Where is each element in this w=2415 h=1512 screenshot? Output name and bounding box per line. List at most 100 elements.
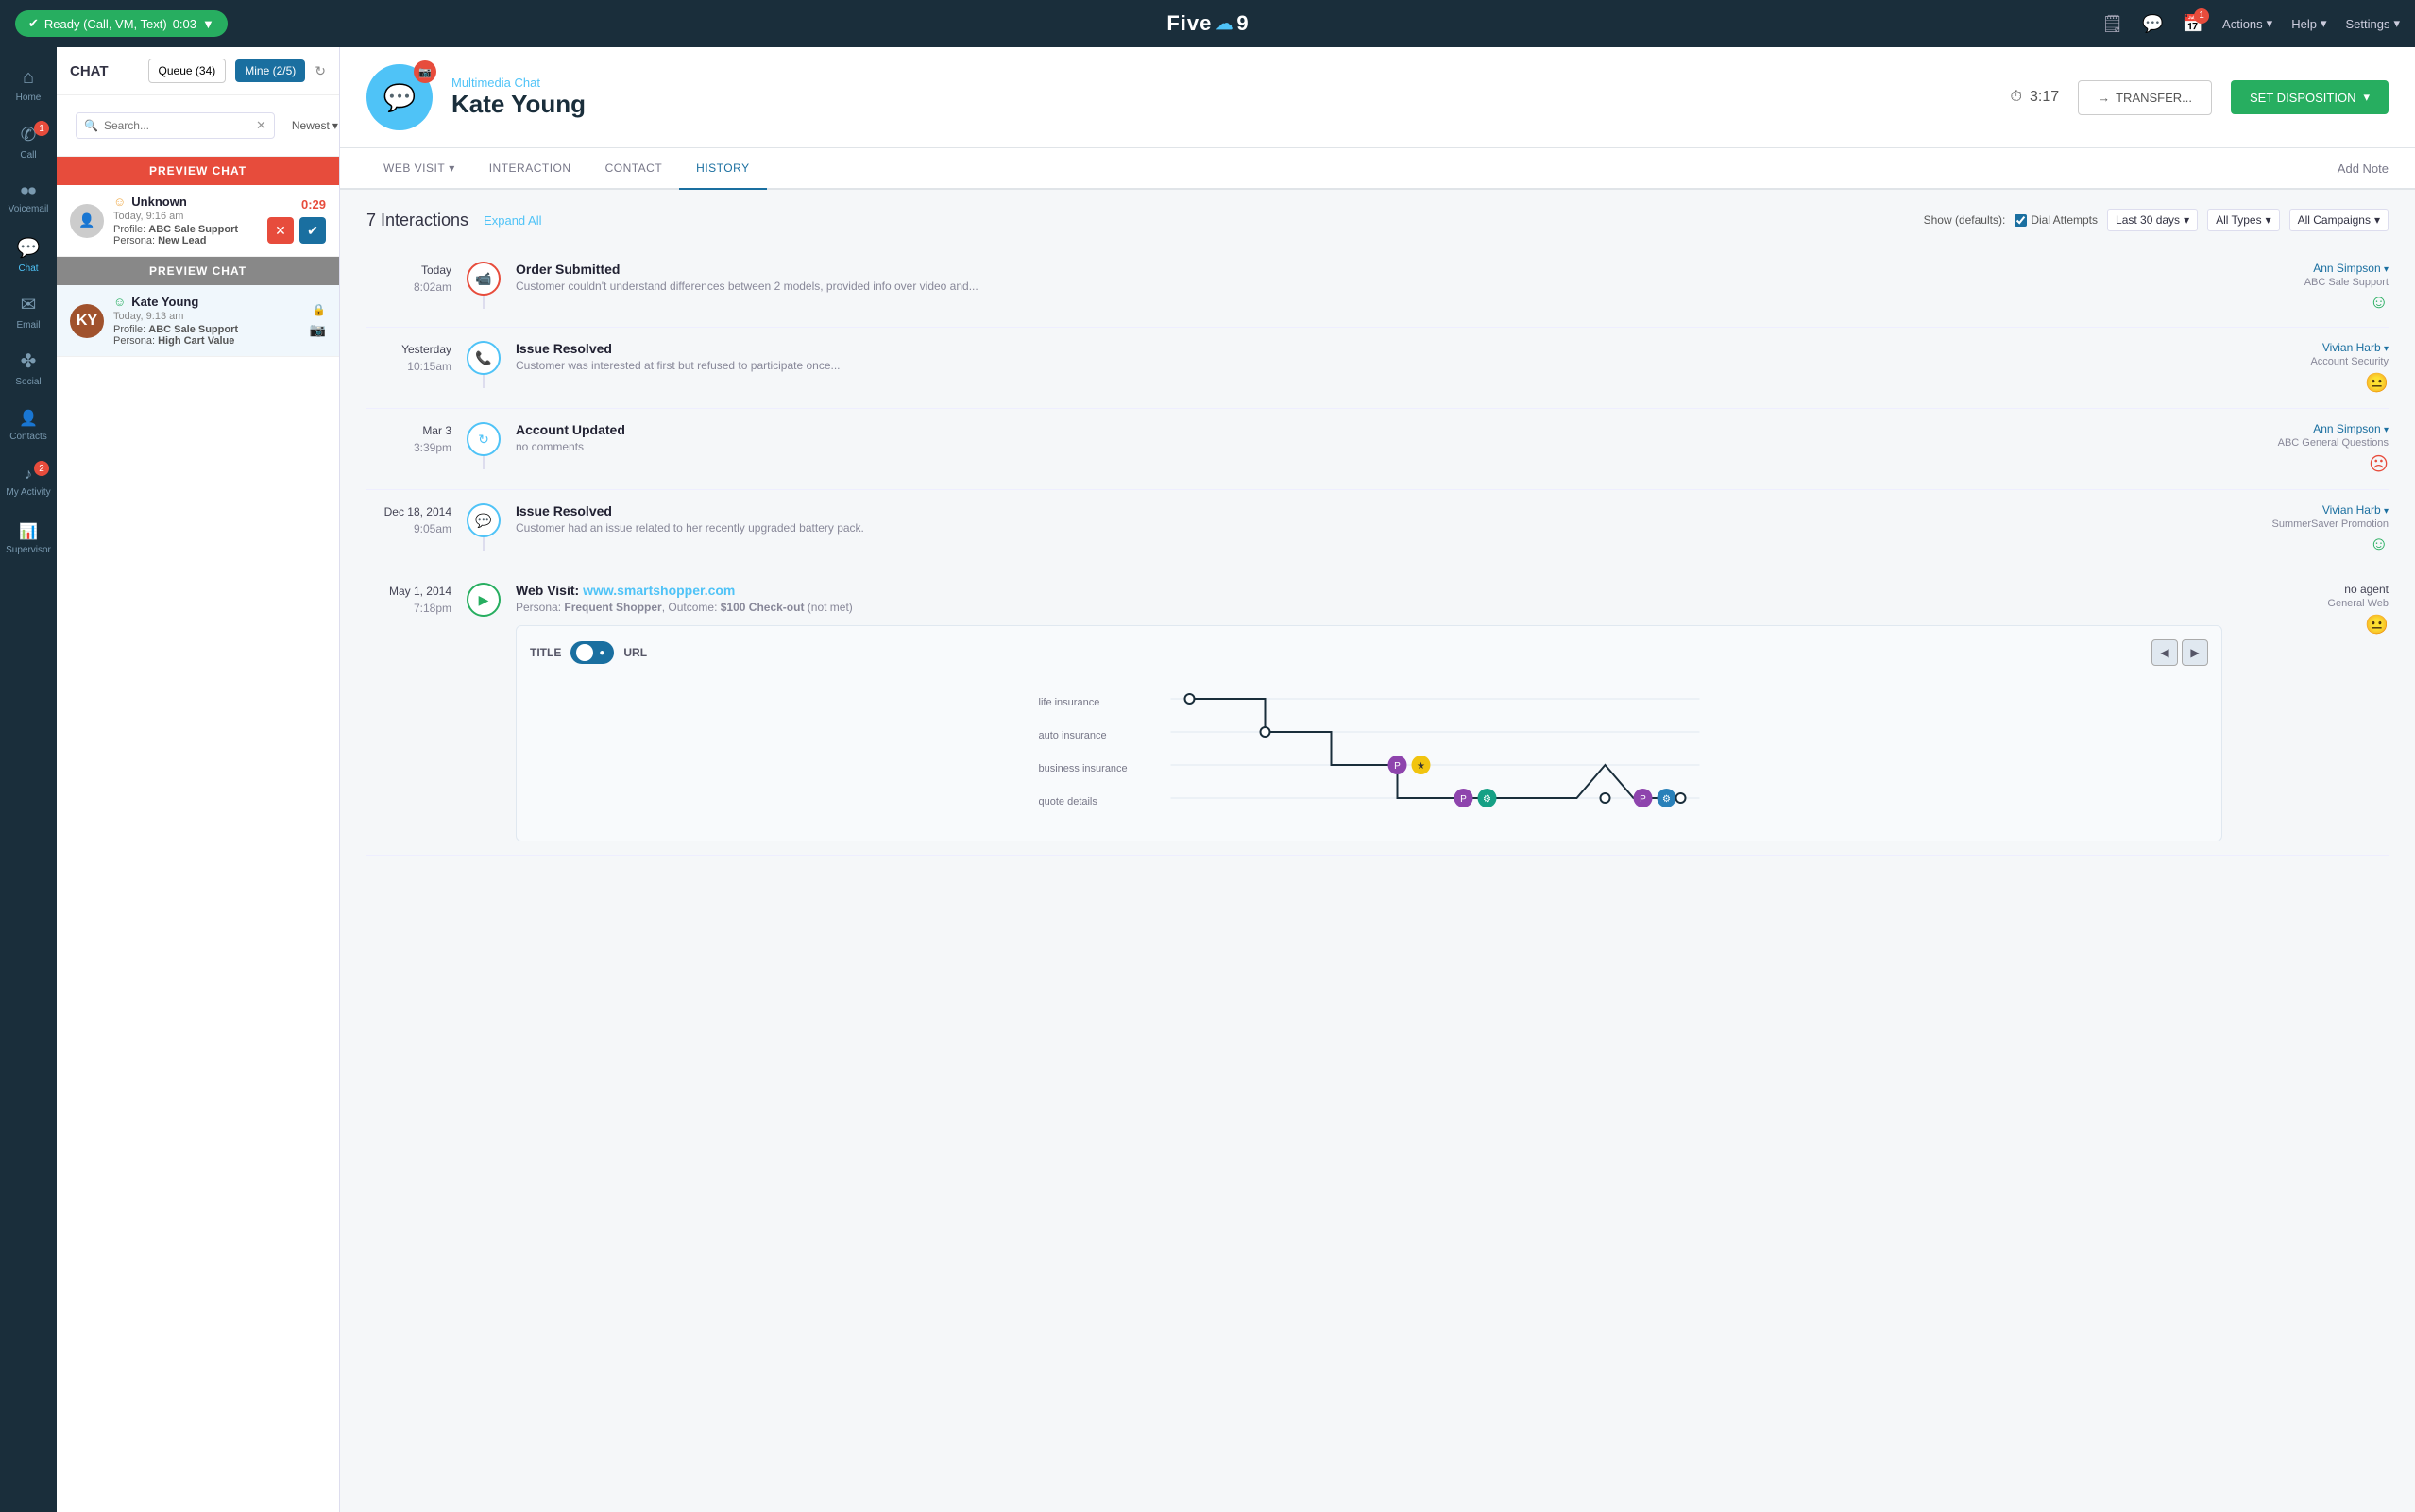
all-campaigns-label: All Campaigns (2298, 213, 2371, 227)
set-disposition-button[interactable]: SET DISPOSITION ▾ (2231, 80, 2389, 114)
sidebar-item-chat[interactable]: 💬 Chat (0, 227, 57, 283)
sidebar-item-voicemail[interactable]: ⏺⏺ Voicemail (0, 170, 57, 227)
reject-button[interactable]: ✕ (267, 217, 294, 244)
transfer-button[interactable]: → TRANSFER... (2078, 80, 2212, 115)
chat-list-item-kate[interactable]: KY ☺ Kate Young Today, 9:13 am Profile: … (57, 285, 339, 357)
interaction-icon-4: 💬 (467, 503, 501, 537)
logo-9: 9 (1236, 11, 1248, 36)
campaign-1: ABC Sale Support (2237, 277, 2389, 288)
tab-history[interactable]: HISTORY (679, 148, 766, 190)
activity-icon: ♪ (25, 467, 32, 484)
sidebar-item-activity[interactable]: ♪ My Activity 2 (0, 453, 57, 510)
interaction-content-1: Order Submitted Customer couldn't unders… (516, 262, 2222, 293)
search-input[interactable] (104, 119, 250, 132)
top-nav: ✔ Ready (Call, VM, Text) 0:03 ▼ Five ☁ 9… (0, 0, 2415, 47)
web-visit-toggle: TITLE ● URL ◀ ▶ (530, 639, 2208, 666)
interactions-count: 7 Interactions (366, 211, 468, 230)
sidebar-item-supervisor[interactable]: 📊 Supervisor (0, 510, 57, 567)
accept-button[interactable]: ✔ (299, 217, 326, 244)
transfer-arrow-icon: → (2098, 91, 2110, 105)
prev-arrow-button[interactable]: ◀ (2151, 639, 2178, 666)
tab-interaction[interactable]: INTERACTION (472, 148, 588, 190)
interaction-title-5: Web Visit: www.smartshopper.com (516, 583, 2222, 598)
next-arrow-button[interactable]: ▶ (2182, 639, 2208, 666)
last-days-dropdown[interactable]: Last 30 days ▾ (2107, 209, 2198, 231)
sort-dropdown[interactable]: Newest ▾ (292, 119, 338, 132)
activity-badge: 2 (34, 461, 49, 476)
preview-label-red: PREVIEW CHAT (57, 157, 339, 185)
help-menu-btn[interactable]: Help ▾ (2291, 16, 2326, 31)
calendar-badge: 1 (2194, 8, 2209, 24)
web-visit-link[interactable]: www.smartshopper.com (583, 583, 735, 598)
search-clear-icon[interactable]: ✕ (256, 118, 266, 133)
sentiment-4: ☺ (2237, 534, 2389, 555)
svg-text:business insurance: business insurance (1039, 763, 1128, 774)
calendar-icon-btn[interactable]: 📅 1 (2183, 14, 2203, 34)
persona-value-kate: High Cart Value (158, 335, 234, 347)
expand-all-button[interactable]: Expand All (484, 213, 541, 228)
help-label: Help (2291, 17, 2317, 31)
ready-badge[interactable]: ✔ Ready (Call, VM, Text) 0:03 ▼ (15, 10, 228, 37)
web-visit-details: TITLE ● URL ◀ ▶ (516, 625, 2222, 841)
all-campaigns-dropdown[interactable]: All Campaigns ▾ (2289, 209, 2389, 231)
chat-list-item-unknown[interactable]: 👤 ☺ Unknown Today, 9:16 am Profile: ABC … (57, 185, 339, 257)
persona-value-unknown: New Lead (158, 235, 206, 246)
actions-menu-btn[interactable]: Actions ▾ (2222, 16, 2272, 31)
notes-icon-btn[interactable]: 🗒 (2101, 14, 2123, 34)
icon-sidebar: ⌂ Home ✆ Call 1 ⏺⏺ Voicemail 💬 Chat ✉ Em… (0, 47, 57, 1512)
tab-web-visit[interactable]: WEB VISIT ▾ (366, 148, 472, 190)
interaction-row-4: Dec 18, 2014 9:05am 💬 Issue Resolved Cus… (366, 490, 2389, 569)
sidebar-item-call[interactable]: ✆ Call 1 (0, 113, 57, 170)
interaction-desc-1: Customer couldn't understand differences… (516, 280, 2222, 293)
settings-menu-btn[interactable]: Settings ▾ (2345, 16, 2400, 31)
nav-arrows: ◀ ▶ (2151, 639, 2208, 666)
tab-history-label: HISTORY (696, 161, 749, 175)
sidebar-item-home[interactable]: ⌂ Home (0, 57, 57, 113)
sort-label: Newest (292, 119, 330, 132)
chat-time-unknown: Today, 9:16 am (113, 211, 258, 222)
chat-profile-unknown: Profile: ABC Sale Support (113, 224, 258, 235)
contact-info: Multimedia Chat Kate Young (451, 76, 1991, 119)
all-types-dropdown[interactable]: All Types ▾ (2207, 209, 2280, 231)
email-icon: ✉ (21, 293, 37, 316)
interaction-row-2: Yesterday 10:15am 📞 Issue Resolved Custo… (366, 328, 2389, 409)
set-disposition-arrow: ▾ (2363, 90, 2370, 105)
queue-button[interactable]: Queue (34) (148, 59, 227, 83)
icon-wrap-5: ▶ (467, 583, 501, 617)
svg-text:auto insurance: auto insurance (1039, 730, 1107, 741)
title-label: TITLE (530, 646, 561, 659)
campaign-3: ABC General Questions (2237, 437, 2389, 449)
sidebar-item-social[interactable]: ✤ Social (0, 340, 57, 397)
call-badge: 1 (34, 121, 49, 136)
tab-contact[interactable]: CONTACT (588, 148, 680, 190)
dial-attempts-checkbox[interactable] (2015, 214, 2027, 227)
sidebar-item-email[interactable]: ✉ Email (0, 283, 57, 340)
journey-svg: life insurance auto insurance business i… (530, 685, 2208, 817)
chat-icon-btn[interactable]: 💬 (2142, 14, 2163, 34)
refresh-button[interactable]: ↻ (315, 63, 326, 79)
svg-text:quote details: quote details (1039, 796, 1098, 807)
supervisor-label: Supervisor (6, 545, 51, 555)
dial-attempts-filter[interactable]: Dial Attempts (2015, 213, 2098, 227)
add-note-button[interactable]: Add Note (2338, 161, 2389, 176)
chat-profile-kate: Profile: ABC Sale Support (113, 324, 300, 335)
agent-name-2: Vivian Harb ▾ (2237, 341, 2389, 354)
dropdown-icon: ▼ (202, 17, 214, 31)
interaction-content-4: Issue Resolved Customer had an issue rel… (516, 503, 2222, 535)
all-types-arrow: ▾ (2266, 213, 2271, 227)
show-label: Show (defaults): (1924, 213, 2006, 227)
history-area: 7 Interactions Expand All Show (defaults… (340, 190, 2415, 1512)
sidebar-item-contacts[interactable]: 👤 Contacts (0, 397, 57, 453)
chat-panel-title: CHAT (70, 63, 139, 79)
show-filters: Show (defaults): Dial Attempts Last 30 d… (1924, 209, 2389, 231)
toggle-switch[interactable]: ● (570, 641, 614, 664)
chat-persona-kate: Persona: High Cart Value (113, 335, 300, 347)
mine-button[interactable]: Mine (2/5) (235, 59, 305, 82)
chat-persona-unknown: Persona: New Lead (113, 235, 258, 246)
video-badge-icon: 📷 (414, 60, 436, 83)
svg-text:⚙: ⚙ (1662, 794, 1671, 805)
logo-text: Five (1166, 11, 1212, 36)
svg-text:P: P (1460, 794, 1467, 805)
avatar-unknown: 👤 (70, 204, 104, 238)
interaction-title-1: Order Submitted (516, 262, 2222, 277)
